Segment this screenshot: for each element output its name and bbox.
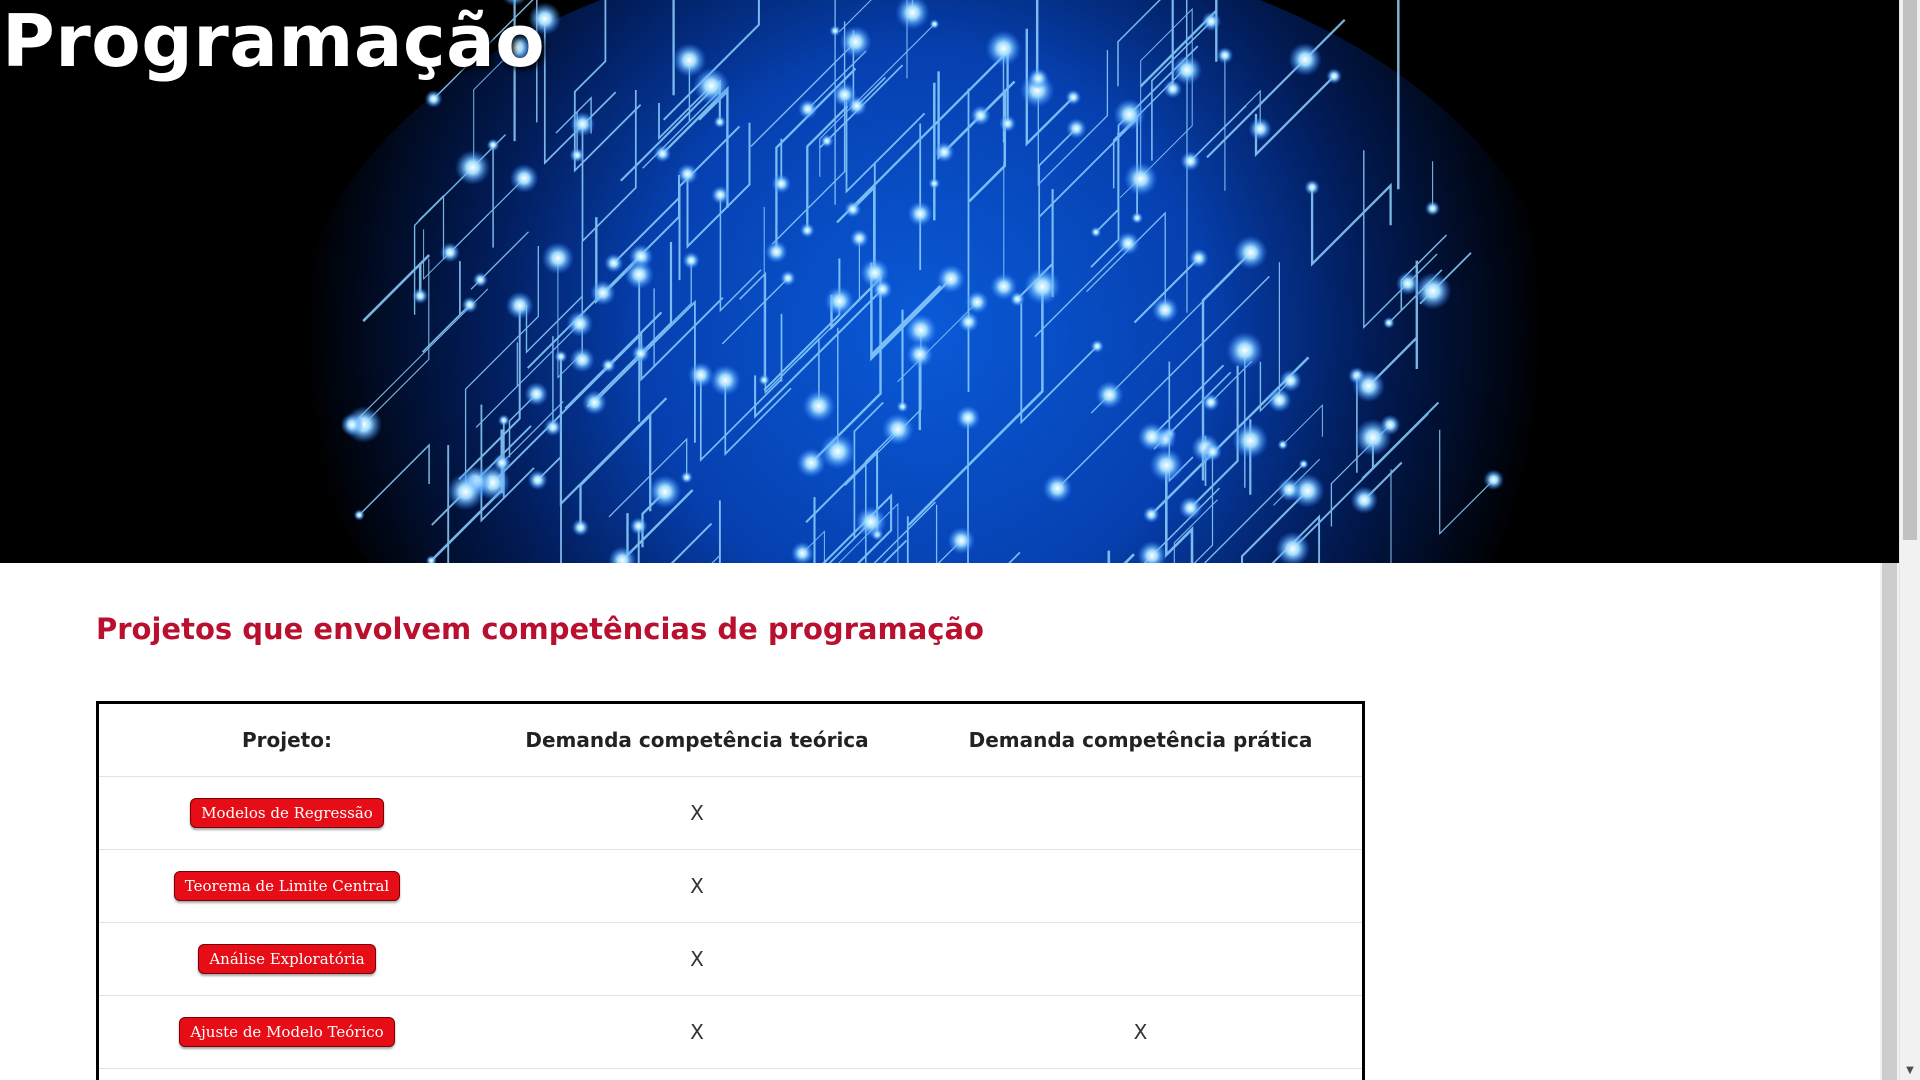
practical-mark: X [1133, 1020, 1148, 1044]
project-button-regression-models[interactable]: Modelos de Regressão [190, 798, 384, 828]
hero-banner: Programação [0, 0, 1899, 563]
window-scrollbar-thumb[interactable] [1903, 0, 1917, 540]
column-header-theoretical: Demanda competência teórica [525, 728, 869, 752]
table-row: Modelos de Regressão X [99, 777, 1362, 850]
theoretical-mark: X [690, 947, 704, 971]
table-row: Ajuste de Modelo Teórico X X [99, 996, 1362, 1069]
page-title: Programação [2, 0, 546, 83]
theoretical-mark: X [690, 1020, 704, 1044]
window-scrollbar[interactable]: ▼ [1899, 0, 1920, 1080]
circuit-brain-image [0, 0, 1899, 563]
theoretical-mark: X [690, 874, 704, 898]
table-row: Teorema de Limite Central X [99, 850, 1362, 923]
chevron-down-icon[interactable]: ▼ [1903, 1064, 1917, 1078]
project-button-theoretical-model-fit[interactable]: Ajuste de Modelo Teórico [179, 1017, 395, 1047]
project-button-exploratory-analysis[interactable]: Análise Exploratória [198, 944, 376, 974]
table-row: Análise Exploratória X [99, 923, 1362, 996]
page: Programação Projetos que envolvem compet… [0, 0, 1920, 1080]
column-header-practical: Demanda competência prática [968, 728, 1313, 752]
project-button-central-limit-theorem[interactable]: Teorema de Limite Central [173, 871, 401, 901]
inner-scrollbar-thumb[interactable] [1882, 563, 1897, 1080]
table-header-row: Projeto: Demanda competência teórica Dem… [99, 704, 1362, 777]
projects-table: Projeto: Demanda competência teórica Dem… [96, 701, 1365, 1080]
section-heading: Projetos que envolvem competências de pr… [96, 612, 984, 646]
column-header-project: Projeto: [242, 728, 332, 752]
inner-scrollbar[interactable] [1880, 563, 1899, 1080]
theoretical-mark: X [690, 801, 704, 825]
